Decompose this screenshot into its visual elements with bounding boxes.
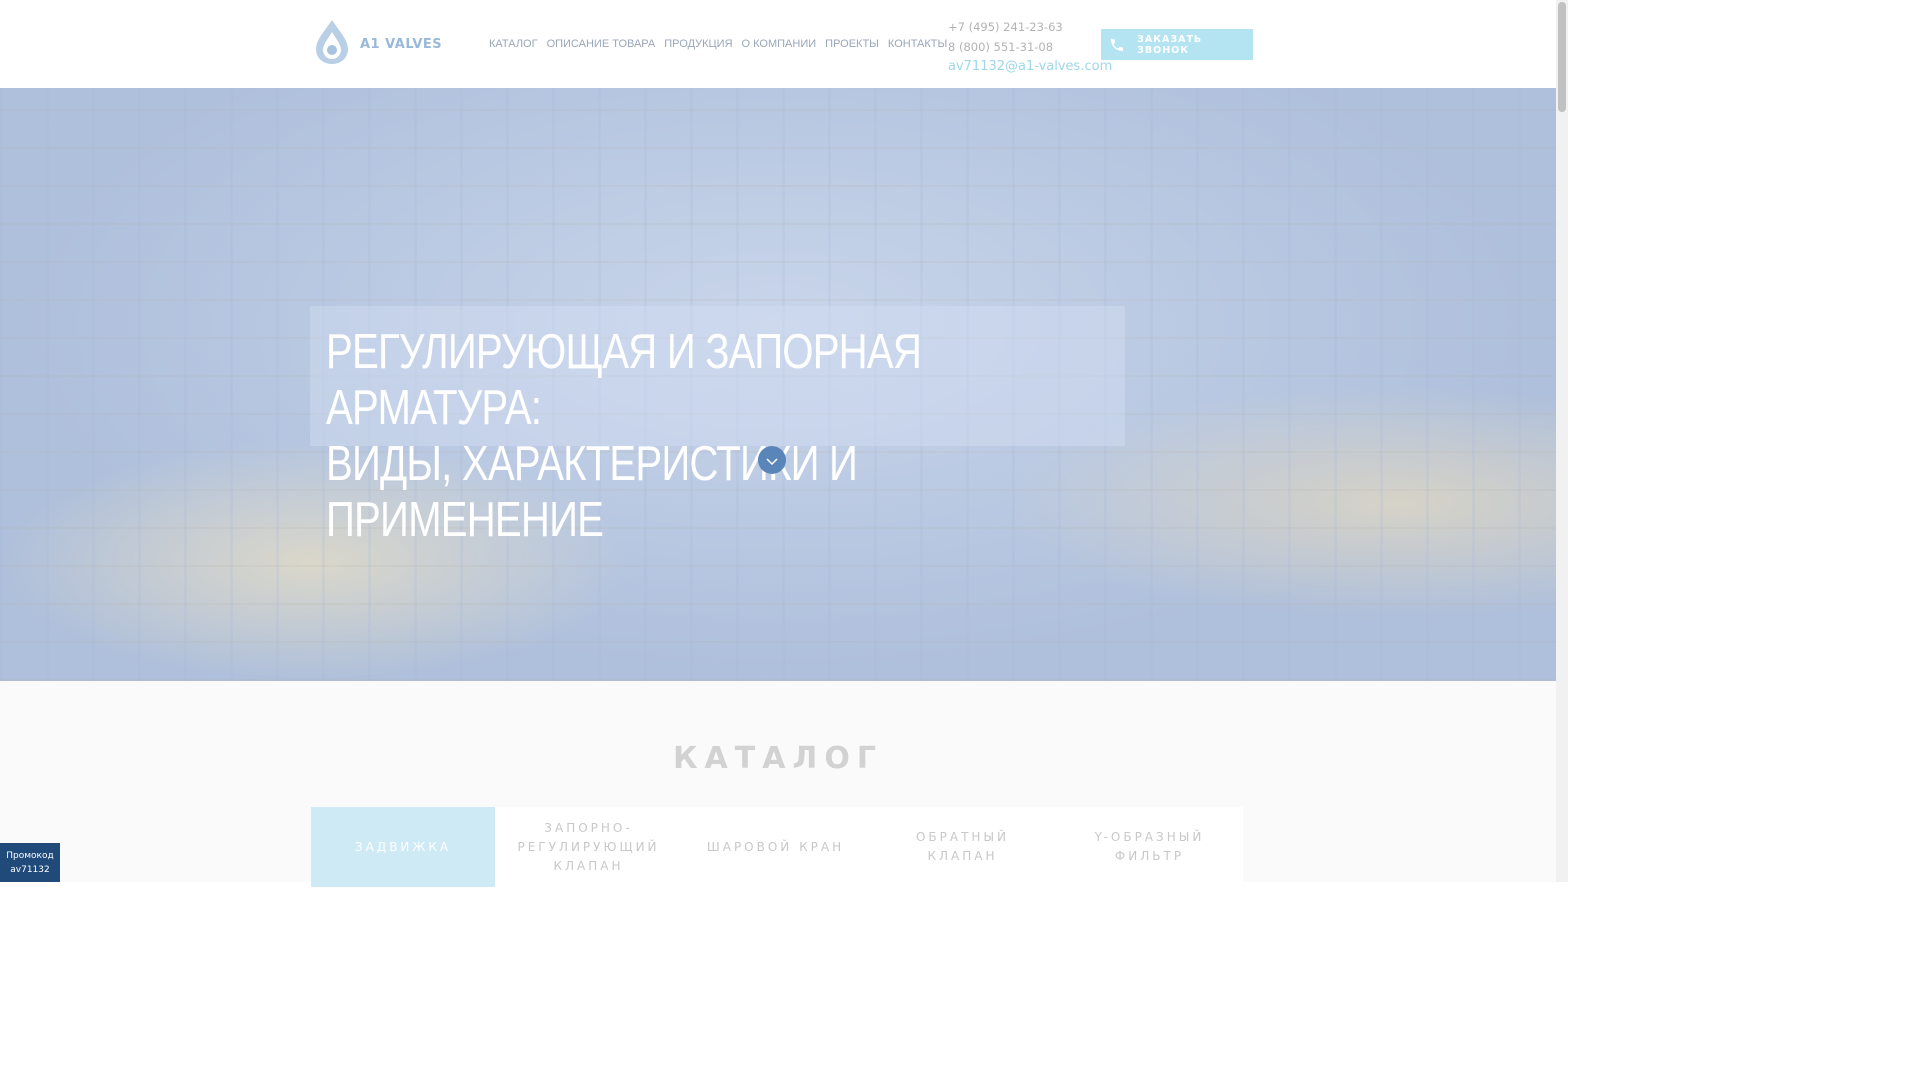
site-header: A1 VALVES КАТАЛОГ ОПИСАНИЕ ТОВАРА ПРОДУК…	[0, 0, 1556, 88]
droplet-logo-icon	[310, 18, 354, 70]
nav-projects[interactable]: ПРОЕКТЫ	[825, 38, 879, 50]
tab-gate-valve[interactable]: ЗАДВИЖКА	[311, 807, 495, 887]
tab-check-valve[interactable]: ОБРАТНЫЙ КЛАПАН	[869, 807, 1056, 887]
hero-title: РЕГУЛИРУЮЩАЯ И ЗАПОРНАЯ АРМАТУРА: ВИДЫ, …	[326, 324, 982, 548]
email-link[interactable]: av71132@a1-valves.com	[948, 57, 1112, 77]
nav-contacts[interactable]: КОНТАКТЫ	[888, 38, 947, 50]
tab-ball-valve[interactable]: ШАРОВОЙ КРАН	[682, 807, 869, 887]
page-scrollbar[interactable]	[1556, 0, 1568, 882]
nav-catalog[interactable]: КАТАЛОГ	[489, 38, 538, 50]
catalog-section: КАТАЛОГ ЗАДВИЖКА ЗАПОРНО-РЕГУЛИРУЮЩИЙ КЛ…	[0, 681, 1556, 887]
tab-control-valve[interactable]: ЗАПОРНО-РЕГУЛИРУЮЩИЙ КЛАПАН	[495, 807, 682, 887]
tab-y-strainer[interactable]: Y-ОБРАЗНЫЙ ФИЛЬТР	[1056, 807, 1243, 887]
promo-label: Промокод	[6, 850, 54, 861]
catalog-title: КАТАЛОГ	[673, 741, 883, 776]
nav-about[interactable]: О КОМПАНИИ	[742, 38, 817, 50]
nav-products[interactable]: ПРОДУКЦИЯ	[664, 38, 732, 50]
chevron-down-icon	[766, 451, 778, 470]
callback-label: ЗАКАЗАТЬ ЗВОНОК	[1137, 33, 1203, 56]
scroll-down-button[interactable]	[758, 446, 786, 474]
phone-icon	[1109, 37, 1128, 53]
promo-code: av71132	[10, 864, 50, 875]
scrollbar-thumb[interactable]	[1558, 2, 1566, 112]
nav-product-description[interactable]: ОПИСАНИЕ ТОВАРА	[547, 38, 656, 50]
logo[interactable]: A1 VALVES	[310, 18, 442, 70]
phone-primary[interactable]: +7 (495) 241-23-63	[948, 17, 1112, 37]
hero-banner: РЕГУЛИРУЮЩАЯ И ЗАПОРНАЯ АРМАТУРА: ВИДЫ, …	[0, 88, 1556, 681]
contact-block: +7 (495) 241-23-63 8 (800) 551-31-08 av7…	[948, 17, 1112, 77]
logo-text: A1 VALVES	[360, 36, 443, 52]
callback-button[interactable]: ЗАКАЗАТЬ ЗВОНОК	[1101, 29, 1253, 60]
phone-secondary[interactable]: 8 (800) 551-31-08	[948, 37, 1112, 57]
main-nav: КАТАЛОГ ОПИСАНИЕ ТОВАРА ПРОДУКЦИЯ О КОМП…	[489, 38, 947, 50]
hero-title-line-1: РЕГУЛИРУЮЩАЯ И ЗАПОРНАЯ АРМАТУРА:	[326, 325, 922, 435]
promo-code-badge[interactable]: Промокод av71132	[0, 843, 60, 882]
catalog-tabs: ЗАДВИЖКА ЗАПОРНО-РЕГУЛИРУЮЩИЙ КЛАПАН ШАР…	[311, 807, 1243, 887]
